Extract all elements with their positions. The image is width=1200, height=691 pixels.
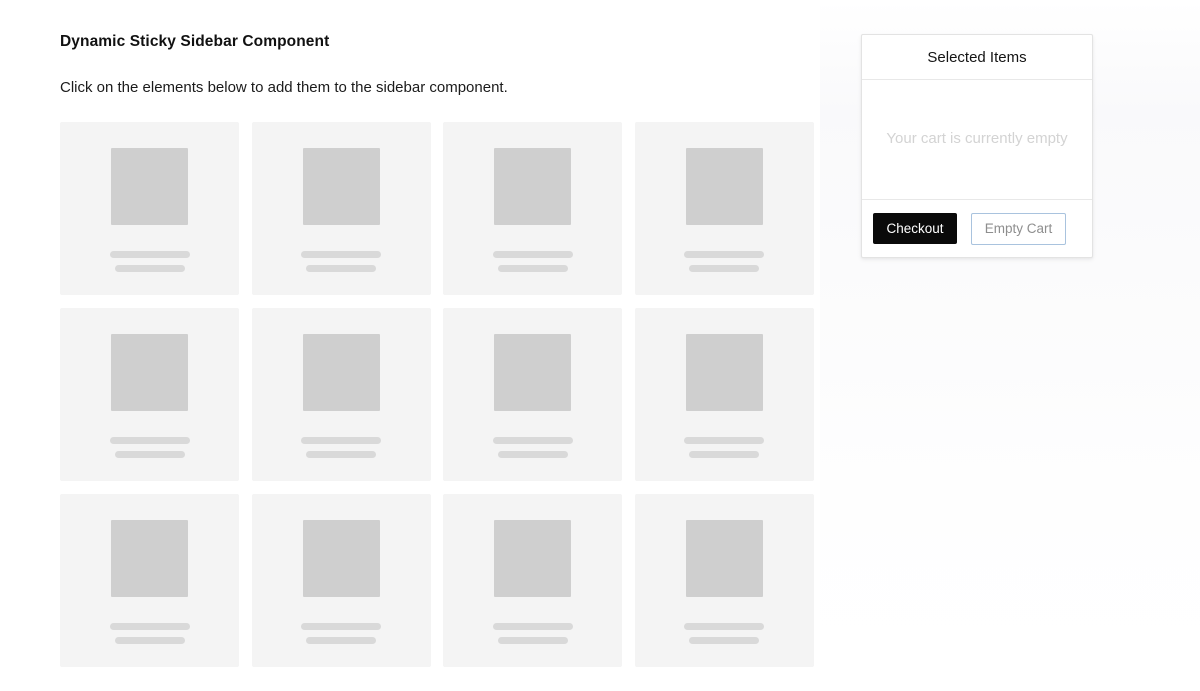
skeleton-line-secondary	[306, 265, 376, 272]
product-card[interactable]	[443, 122, 622, 295]
product-card[interactable]	[251, 494, 431, 667]
card-skeleton-text	[301, 623, 381, 644]
skeleton-line-primary	[301, 437, 381, 444]
skeleton-line-primary	[109, 437, 190, 444]
skeleton-line-primary	[492, 251, 573, 258]
skeleton-line-primary	[684, 623, 764, 630]
card-skeleton-text	[492, 437, 573, 458]
skeleton-line-secondary	[114, 265, 185, 272]
product-card[interactable]	[60, 308, 239, 481]
skeleton-line-primary	[492, 623, 573, 630]
card-skeleton-text	[492, 251, 573, 272]
skeleton-line-primary	[684, 437, 764, 444]
card-skeleton-text	[109, 437, 190, 458]
skeleton-line-primary	[109, 623, 190, 630]
image-placeholder-icon	[494, 334, 571, 411]
empty-cart-message: Your cart is currently empty	[886, 130, 1068, 148]
product-card[interactable]	[60, 122, 239, 295]
image-placeholder-icon	[302, 520, 380, 597]
image-placeholder-icon	[302, 148, 380, 225]
empty-cart-button[interactable]: Empty Cart	[971, 212, 1066, 245]
page-root: Dynamic Sticky Sidebar Component Click o…	[0, 0, 1200, 691]
skeleton-line-secondary	[689, 265, 759, 272]
image-placeholder-icon	[111, 520, 188, 597]
checkout-button[interactable]: Checkout	[873, 213, 957, 244]
product-card[interactable]	[634, 122, 814, 295]
image-placeholder-icon	[685, 334, 763, 411]
sidebar-header-title: Selected Items	[927, 48, 1027, 66]
skeleton-line-secondary	[306, 451, 376, 458]
skeleton-line-secondary	[689, 451, 759, 458]
product-card[interactable]	[60, 494, 239, 667]
skeleton-line-primary	[109, 251, 190, 258]
image-placeholder-icon	[494, 148, 571, 225]
sidebar-body: Your cart is currently empty	[862, 80, 1092, 200]
skeleton-line-secondary	[114, 637, 185, 644]
skeleton-line-secondary	[689, 637, 759, 644]
card-skeleton-text	[109, 623, 190, 644]
page-title: Dynamic Sticky Sidebar Component	[60, 33, 330, 50]
card-skeleton-text	[684, 251, 764, 272]
product-grid	[60, 122, 814, 667]
product-card[interactable]	[634, 308, 814, 481]
page-subtitle: Click on the elements below to add them …	[60, 79, 508, 96]
image-placeholder-icon	[111, 334, 188, 411]
product-card[interactable]	[251, 308, 431, 481]
image-placeholder-icon	[111, 148, 188, 225]
skeleton-line-secondary	[497, 265, 568, 272]
sidebar-footer: Checkout Empty Cart	[862, 200, 1092, 257]
product-card[interactable]	[634, 494, 814, 667]
card-skeleton-text	[109, 251, 190, 272]
card-skeleton-text	[684, 623, 764, 644]
image-placeholder-icon	[685, 520, 763, 597]
card-skeleton-text	[301, 251, 381, 272]
image-placeholder-icon	[685, 148, 763, 225]
skeleton-line-primary	[301, 251, 381, 258]
product-card[interactable]	[443, 308, 622, 481]
card-skeleton-text	[301, 437, 381, 458]
skeleton-line-secondary	[306, 637, 376, 644]
card-skeleton-text	[492, 623, 573, 644]
product-card[interactable]	[251, 122, 431, 295]
selected-items-sidebar: Selected Items Your cart is currently em…	[861, 34, 1093, 258]
image-placeholder-icon	[494, 520, 571, 597]
skeleton-line-primary	[301, 623, 381, 630]
card-skeleton-text	[684, 437, 764, 458]
product-card[interactable]	[443, 494, 622, 667]
sidebar-header: Selected Items	[862, 35, 1092, 80]
skeleton-line-secondary	[497, 637, 568, 644]
skeleton-line-secondary	[497, 451, 568, 458]
image-placeholder-icon	[302, 334, 380, 411]
skeleton-line-secondary	[114, 451, 185, 458]
skeleton-line-primary	[684, 251, 764, 258]
skeleton-line-primary	[492, 437, 573, 444]
